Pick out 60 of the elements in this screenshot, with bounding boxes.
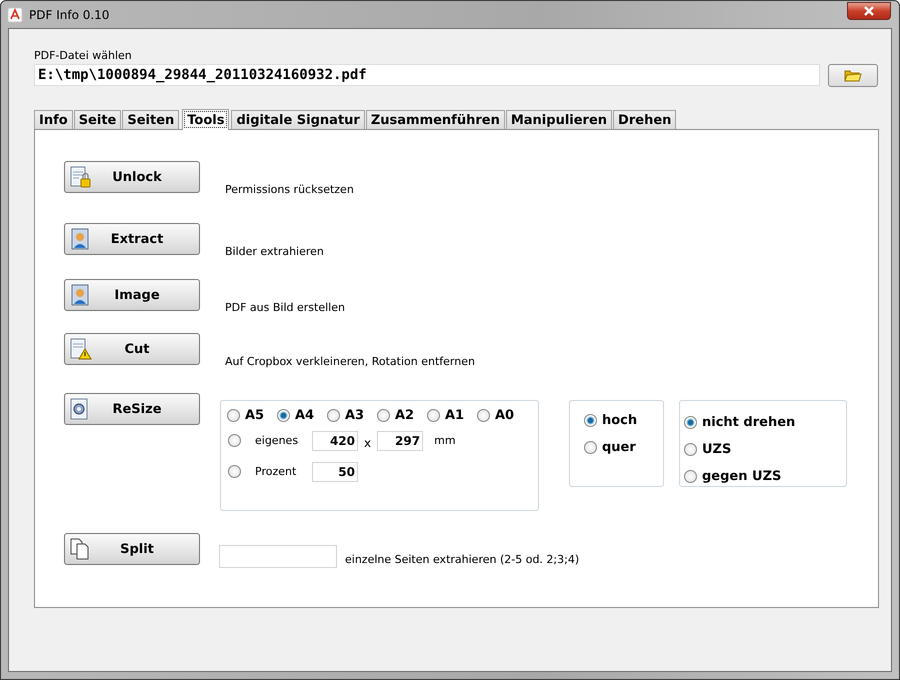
- times-sign: x: [364, 436, 372, 450]
- tool-button[interactable]: ReSize: [64, 393, 200, 425]
- option-label: eigenes: [255, 434, 300, 447]
- option-label: A3: [345, 408, 364, 423]
- description: Permissions rücksetzen: [225, 183, 354, 196]
- tool-button[interactable]: Unlock: [64, 161, 200, 193]
- radio-button[interactable]: [584, 441, 597, 454]
- radio-button[interactable]: [684, 470, 697, 483]
- option-label: hoch: [602, 413, 638, 428]
- option-label: A5: [245, 408, 264, 423]
- option-label: gegen UZS: [702, 469, 782, 484]
- description: Auf Cropbox verkleineren, Rotation entfernen: [225, 355, 475, 368]
- tab[interactable]: Info: [34, 110, 73, 129]
- close-button[interactable]: [847, 2, 891, 20]
- description: PDF aus Bild erstellen: [225, 301, 345, 314]
- tab[interactable]: Zusammenführen: [366, 110, 505, 129]
- description: einzelne Seiten extrahieren (2-5 od. 2;3;4): [345, 553, 580, 566]
- radio-button[interactable]: [228, 465, 241, 478]
- browse-button[interactable]: [828, 64, 878, 87]
- tab[interactable]: Seite: [74, 110, 122, 129]
- tab[interactable]: Tools: [182, 109, 230, 130]
- tool-button[interactable]: Extract: [64, 223, 200, 255]
- radio-button[interactable]: [228, 434, 241, 447]
- tab[interactable]: Seiten: [122, 110, 180, 129]
- radio-button[interactable]: [327, 409, 340, 422]
- radio-button[interactable]: [427, 409, 440, 422]
- tool-button[interactable]: Split: [64, 533, 200, 565]
- number-field[interactable]: 420: [312, 430, 358, 450]
- unit-label: mm: [434, 434, 456, 447]
- file-path-field[interactable]: E:\tmp\1000894_29844_20110324160932.pdf: [34, 64, 820, 86]
- folder-icon: [844, 68, 862, 83]
- radio-button[interactable]: [684, 416, 697, 429]
- option-label: A0: [495, 408, 514, 423]
- radio-button[interactable]: [377, 409, 390, 422]
- tool-button[interactable]: Image: [64, 279, 200, 311]
- radio-button[interactable]: [684, 443, 697, 456]
- radio-button[interactable]: [227, 409, 240, 422]
- option-label: A1: [445, 408, 464, 423]
- option-label: A2: [395, 408, 414, 423]
- window-title: PDF Info 0.10: [29, 8, 110, 22]
- field-label: PDF-Datei wählen: [34, 49, 133, 64]
- option-label: nicht drehen: [702, 415, 796, 430]
- radio-button[interactable]: [277, 409, 290, 422]
- radio-button[interactable]: [584, 414, 597, 427]
- document-warning-icon: [69, 337, 93, 361]
- document-lock-icon: [69, 165, 93, 189]
- tab[interactable]: Drehen: [613, 110, 676, 129]
- number-field[interactable]: 50: [312, 462, 358, 482]
- option-label: A4: [295, 408, 314, 423]
- option-label: quer: [602, 440, 636, 455]
- option-label: UZS: [702, 442, 732, 457]
- description: Bilder extrahieren: [225, 245, 324, 258]
- option-label: Prozent: [255, 465, 298, 478]
- radio-button[interactable]: [477, 409, 490, 422]
- pages-field[interactable]: [219, 545, 337, 568]
- tab[interactable]: digitale Signatur: [231, 110, 365, 129]
- close-icon: [863, 6, 875, 16]
- tab[interactable]: Manipulieren: [506, 110, 612, 129]
- number-field[interactable]: 297: [377, 430, 424, 450]
- tool-button[interactable]: Cut: [64, 333, 200, 365]
